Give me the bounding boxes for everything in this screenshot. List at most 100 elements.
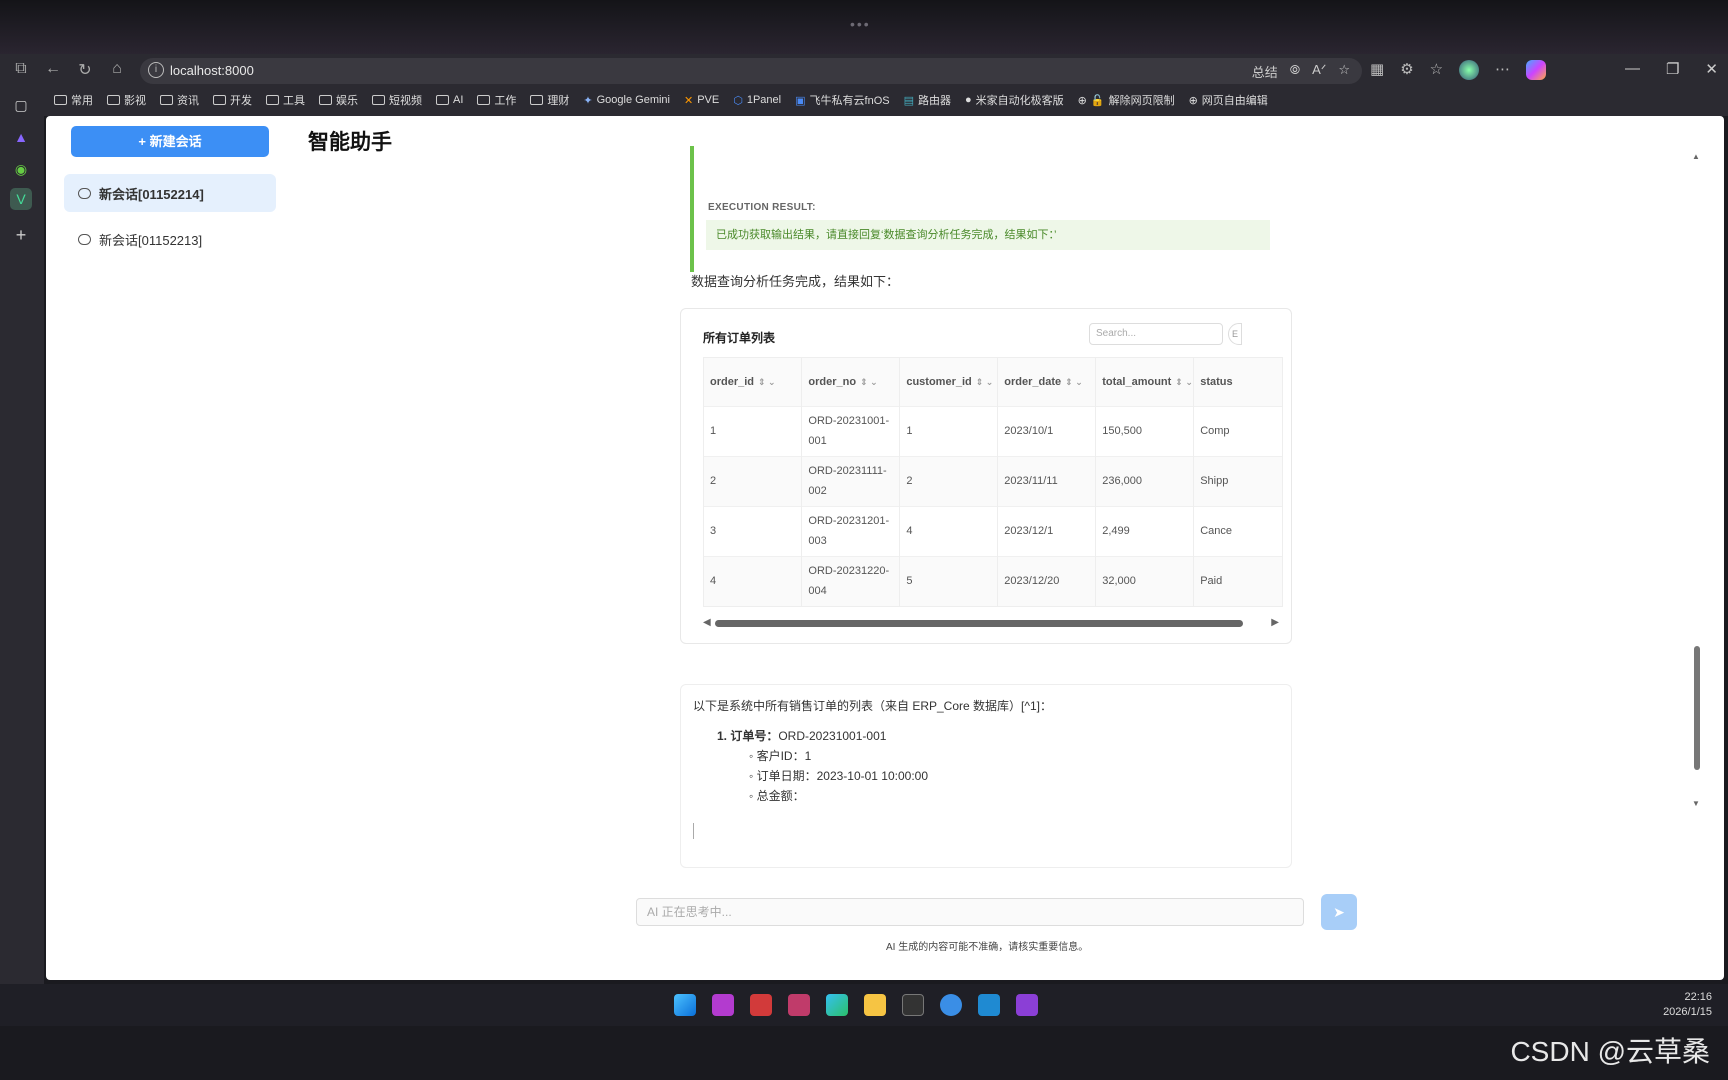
column-label: order_date (1004, 375, 1062, 388)
scroll-right-icon[interactable]: ▶ (1271, 617, 1279, 628)
sort-icon[interactable]: ⇕ ⌄ (1175, 377, 1193, 387)
bookmark-folder[interactable]: AI (436, 92, 463, 108)
new-chat-button[interactable]: + 新建会话 (71, 126, 269, 157)
sort-icon[interactable]: ⇕ ⌄ (860, 377, 878, 387)
scroll-thumb[interactable] (715, 620, 1243, 627)
app-circle-icon[interactable]: ◉ (10, 158, 32, 180)
bookmark-link[interactable]: ⊕ 🔓 解除网页限制 (1078, 92, 1175, 108)
bookmark-folder[interactable]: 资讯 (160, 92, 199, 108)
bookmark-link[interactable]: ✕ PVE (684, 92, 719, 108)
tabs-icon[interactable]: ▢ (10, 94, 32, 116)
favorites-icon[interactable]: ☆ (1430, 60, 1443, 80)
extension-icon[interactable]: ⦾ (1290, 62, 1300, 81)
vertical-scrollbar[interactable]: ▲ ▼ (1692, 152, 1702, 808)
vertical-scroll-thumb[interactable] (1694, 646, 1700, 770)
bookmark-label: 影视 (124, 95, 146, 107)
address-bar[interactable]: i localhost:8000 总结 ⦾ Aᐟ ☆ (140, 58, 1362, 84)
table-header-row: order_id ⇕ ⌄ order_no ⇕ ⌄ customer_id ⇕ ⌄ o… (704, 358, 1282, 406)
terminal-icon[interactable] (902, 994, 924, 1016)
column-header[interactable]: total_amount ⇕ ⌄ (1095, 358, 1195, 406)
onenote-icon[interactable] (712, 994, 734, 1016)
bookmark-link[interactable]: ▤ 路由器 (904, 92, 951, 108)
sort-icon[interactable]: ⇕ ⌄ (976, 377, 994, 387)
list-subitem: ◦ 订单日期：2023-10-01 10:00:00 (749, 769, 929, 783)
bookmark-link[interactable]: ▣ 飞牛私有云fnOS (795, 92, 889, 108)
list-subitem: ◦ 客户ID：1 (749, 749, 812, 763)
sort-icon[interactable]: ⇕ ⌄ (1065, 377, 1083, 387)
copilot-icon[interactable] (1526, 60, 1547, 80)
window-drag-handle[interactable]: ••• (850, 16, 871, 32)
column-label: status (1200, 375, 1233, 388)
scroll-down-icon[interactable]: ▼ (1692, 799, 1700, 808)
file-explorer-icon[interactable] (864, 994, 886, 1016)
table-cell: 3 (704, 505, 803, 556)
minimize-icon[interactable]: — (1625, 60, 1640, 78)
more-icon[interactable]: ⋯ (1495, 60, 1510, 80)
bookmark-folder[interactable]: 理财 (530, 92, 569, 108)
add-icon[interactable]: + (10, 224, 32, 246)
window-controls: — ❐ ✕ (1625, 60, 1718, 78)
column-header[interactable]: order_id ⇕ ⌄ (704, 358, 803, 406)
back-icon[interactable]: ← (44, 60, 62, 80)
vivaldi-icon[interactable] (750, 994, 772, 1016)
bookmark-label: PVE (697, 94, 720, 106)
url-text[interactable]: localhost:8000 (170, 63, 254, 78)
table-tool-button[interactable]: E (1228, 323, 1242, 345)
workspaces-icon[interactable]: ⧉ (12, 60, 30, 80)
chat-input[interactable]: AI 正在思考中... (636, 898, 1304, 926)
datagrip-icon[interactable] (1016, 994, 1038, 1016)
column-header[interactable]: customer_id ⇕ ⌄ (899, 358, 999, 406)
restore-icon[interactable]: ❐ (1666, 60, 1679, 78)
gemini-icon: ✦ (583, 94, 593, 107)
bookmark-folder[interactable]: 短视频 (372, 92, 422, 108)
bookmark-link[interactable]: ⬡ 1Panel (733, 92, 781, 108)
system-clock[interactable]: 22:16 2026/1/15 (1663, 990, 1712, 1020)
docker-icon[interactable] (940, 994, 962, 1016)
read-aloud-icon[interactable]: Aᐟ (1312, 62, 1326, 81)
page-title: 智能助手 (308, 131, 392, 154)
favorite-star-icon[interactable]: ☆ (1338, 62, 1350, 81)
table-scroll-area[interactable]: order_id ⇕ ⌄ order_no ⇕ ⌄ customer_id ⇕ ⌄ o… (703, 357, 1283, 607)
bookmark-label: 网页自由编辑 (1201, 95, 1268, 107)
bookmark-link[interactable]: ✦ Google Gemini (583, 92, 670, 108)
site-info-icon[interactable]: i (148, 62, 164, 78)
disclaimer-text: AI 生成的内容可能不准确，请核实重要信息。 (886, 942, 1089, 953)
jetbrains-icon[interactable] (788, 994, 810, 1016)
globe-icon: ⊕ (1188, 94, 1198, 107)
extensions-icon[interactable]: ⚙ (1400, 60, 1413, 80)
horizontal-scrollbar[interactable]: ◀ ▶ (703, 617, 1279, 629)
bookmark-folder[interactable]: 开发 (213, 92, 252, 108)
home-icon[interactable]: ⌂ (108, 60, 126, 80)
bookmark-folder[interactable]: 影视 (107, 92, 146, 108)
bookmark-folder[interactable]: 常用 (54, 92, 93, 108)
address-actions: 总结 ⦾ Aᐟ ☆ (1252, 62, 1350, 81)
bookmark-link[interactable]: ● 米家自动化极客版 (965, 92, 1064, 108)
send-button[interactable]: ➤ (1321, 894, 1357, 930)
column-header[interactable]: order_no ⇕ ⌄ (801, 358, 901, 406)
close-icon[interactable]: ✕ (1705, 60, 1718, 78)
vue-app-icon[interactable]: V (10, 188, 32, 210)
bookmark-folder[interactable]: 工具 (266, 92, 305, 108)
qr-icon[interactable]: ▦ (1370, 60, 1384, 80)
start-icon[interactable] (674, 994, 696, 1016)
edge-icon[interactable] (826, 994, 848, 1016)
bookmarks-bar: 常用 影视 资讯 开发 工具 娱乐 短视频 AI 工作 理财 ✦ Google G… (54, 92, 1268, 108)
bookmark-folder[interactable]: 娱乐 (319, 92, 358, 108)
summary-button[interactable]: 总结 (1252, 62, 1278, 81)
column-header[interactable]: status (1193, 358, 1282, 406)
reload-icon[interactable]: ↻ (76, 60, 94, 80)
profile-avatar[interactable] (1459, 60, 1480, 80)
vscode-icon[interactable] (978, 994, 1000, 1016)
bookmark-label: 路由器 (918, 95, 951, 107)
bookmark-link[interactable]: ⊕ 网页自由编辑 (1189, 92, 1268, 108)
scroll-up-icon[interactable]: ▲ (1692, 152, 1700, 161)
table-search-input[interactable]: Search... (1089, 323, 1223, 345)
column-header[interactable]: order_date ⇕ ⌄ (997, 358, 1097, 406)
bookmark-label: AI (453, 94, 464, 106)
app-triangle-icon[interactable]: ▲ (10, 126, 32, 148)
conversation-item[interactable]: 新会话[01152214] (64, 174, 276, 212)
sort-icon[interactable]: ⇕ ⌄ (758, 377, 776, 387)
conversation-item[interactable]: 新会话[01152213] (64, 220, 276, 258)
scroll-left-icon[interactable]: ◀ (703, 617, 711, 628)
bookmark-folder[interactable]: 工作 (477, 92, 516, 108)
